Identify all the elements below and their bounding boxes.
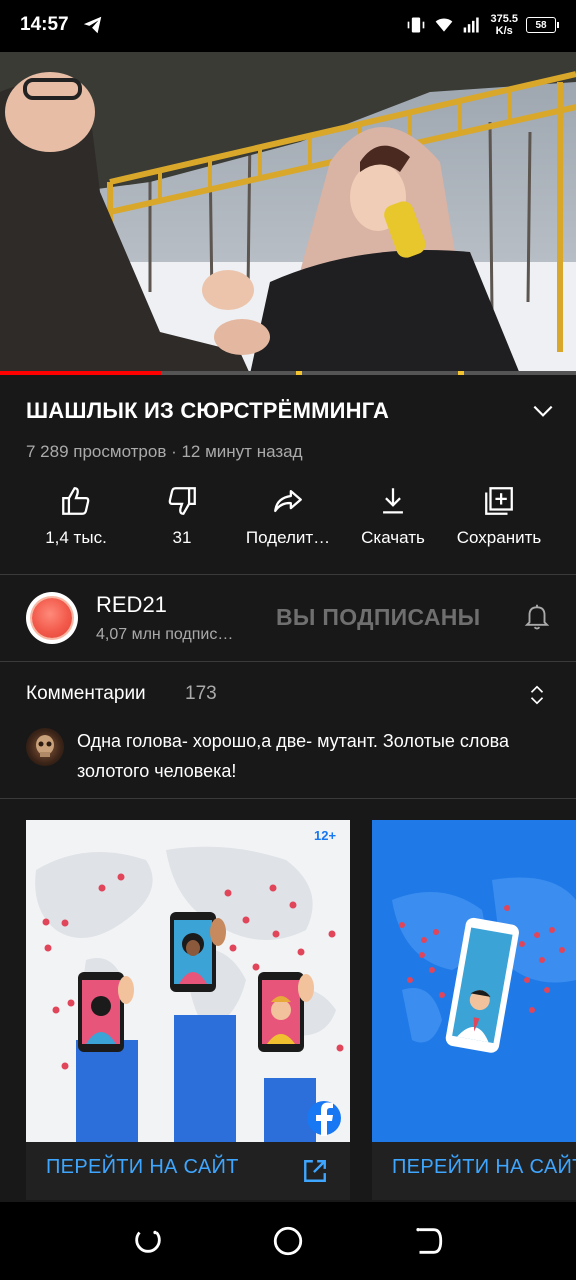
ad-cta-link[interactable]: ПЕРЕЙТИ НА САЙТ: [392, 1156, 576, 1179]
dislike-count: 31: [172, 528, 192, 547]
ad-card[interactable]: ПЕРЕЙТИ НА САЙТ: [372, 820, 576, 1200]
save-playlist-icon: [485, 487, 513, 515]
expand-icon[interactable]: [526, 682, 548, 708]
share-label: Поделит…: [245, 528, 331, 547]
comments-count: 173: [185, 683, 217, 704]
network-speed-unit: K/s: [495, 25, 513, 37]
top-comment-text: Одна голова- хорошо,а две- мутант. Золот…: [77, 731, 509, 781]
status-bar: 14:57 375.5 K/s 58: [0, 0, 576, 52]
ad-image: [372, 820, 576, 1142]
channel-avatar-image: [32, 598, 72, 638]
signal-icon: [464, 17, 480, 33]
telegram-icon: [83, 16, 102, 34]
video-progress-fill: [0, 371, 162, 375]
ad-cta-link[interactable]: ПЕРЕЙТИ НА САЙТ: [46, 1156, 239, 1179]
vibrate-icon: [408, 17, 425, 33]
ad-image: [26, 820, 350, 1142]
video-meta: 7 289 просмотров · 12 минут назад: [26, 442, 303, 461]
battery-level: 58: [535, 19, 547, 31]
battery-icon: 58: [526, 17, 559, 33]
channel-name[interactable]: RED21: [96, 592, 167, 618]
save-to-playlist-button[interactable]: Сохранить: [444, 484, 554, 548]
home-icon[interactable]: [271, 1224, 305, 1258]
channel-avatar[interactable]: [26, 592, 78, 644]
like-button[interactable]: 1,4 тыс.: [21, 484, 131, 548]
video-progress-bar[interactable]: [0, 371, 576, 375]
save-label: Сохранить: [456, 528, 542, 547]
ad-card[interactable]: 12+ ПЕРЕЙТИ НА САЙТ: [26, 820, 350, 1200]
system-nav-bar: [0, 1202, 576, 1280]
comment-author-avatar[interactable]: [26, 728, 64, 766]
action-bar: 1,4 тыс. 31 Поделит… Скачать Сохранить: [0, 484, 576, 564]
comments-title[interactable]: Комментарии: [26, 683, 146, 705]
video-player[interactable]: [0, 52, 576, 374]
share-icon: [274, 489, 302, 513]
divider: [0, 661, 576, 662]
share-button[interactable]: Поделит…: [233, 484, 343, 548]
like-icon: [62, 487, 90, 515]
divider: [0, 798, 576, 799]
ad-marker: [296, 371, 302, 375]
network-speed: 375.5 K/s: [490, 13, 518, 37]
external-link-icon[interactable]: [302, 1158, 328, 1184]
video-title: ШАШЛЫК ИЗ СЮРСТРЁММИНГА: [26, 398, 390, 423]
subscribed-button[interactable]: ВЫ ПОДПИСАНЫ: [276, 604, 480, 631]
skull-icon: [36, 735, 54, 757]
wifi-icon: [436, 18, 453, 32]
bell-icon[interactable]: [522, 600, 552, 632]
like-count: 1,4 тыс.: [45, 528, 107, 547]
chevron-down-icon[interactable]: [530, 398, 556, 424]
dislike-button[interactable]: 31: [127, 484, 237, 548]
age-rating-badge: 12+: [314, 828, 337, 843]
recent-apps-icon[interactable]: [131, 1224, 165, 1258]
facebook-icon: [307, 1100, 341, 1134]
dislike-icon: [168, 487, 196, 515]
video-title-row[interactable]: ШАШЛЫК ИЗ СЮРСТРЁММИНГА: [26, 398, 556, 424]
status-icons: 375.5 K/s 58: [406, 10, 559, 40]
download-icon: [383, 488, 403, 514]
network-speed-value: 375.5: [490, 13, 518, 25]
ad-marker: [458, 371, 464, 375]
status-time: 14:57: [20, 14, 69, 35]
download-label: Скачать: [361, 528, 425, 547]
download-button[interactable]: Скачать: [338, 484, 448, 548]
back-icon[interactable]: [411, 1224, 445, 1258]
channel-subscribers: 4,07 млн подпис…: [96, 626, 234, 643]
video-frame: [0, 52, 576, 374]
divider: [0, 574, 576, 575]
